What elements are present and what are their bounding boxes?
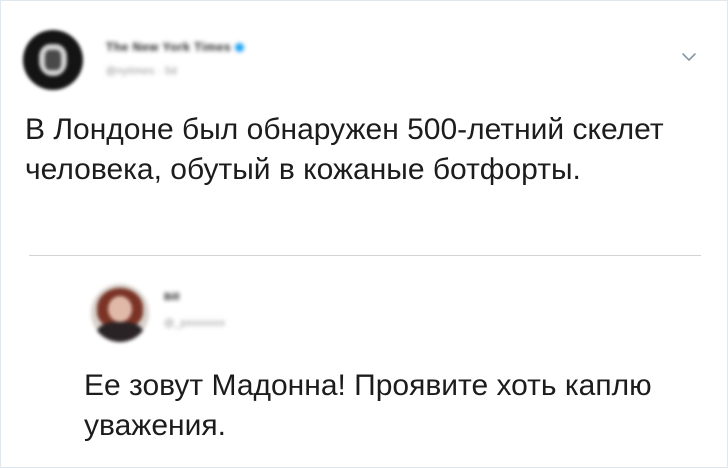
reply-author-handle[interactable]: @_pxxxxxxx [164, 318, 225, 329]
avatar-logo-mark [45, 50, 61, 70]
reply-tweet[interactable]: Bill @_pxxxxxxx Ее зовут Мадонна! Прояви… [0, 256, 728, 468]
tweet-text: В Лондоне был обнаружен 500-летний скеле… [25, 113, 664, 186]
reply-author-name[interactable]: Bill [164, 292, 180, 303]
avatar-body-shape [97, 322, 143, 342]
reply-text: Ее зовут Мадонна! Проявите хоть каплю ув… [84, 369, 652, 442]
verified-icon [235, 43, 245, 53]
author-name-text: The New York Times [106, 40, 232, 54]
avatar-face-shape [108, 296, 132, 322]
author-handle[interactable]: @nytimes · 5d [106, 66, 177, 77]
author-name[interactable]: The New York Times [106, 40, 245, 54]
author-avatar[interactable] [23, 30, 83, 90]
reply-author-avatar[interactable] [91, 284, 149, 342]
chevron-down-icon[interactable] [681, 50, 697, 64]
original-tweet[interactable]: The New York Times @nytimes · 5d В Лондо… [0, 0, 728, 256]
